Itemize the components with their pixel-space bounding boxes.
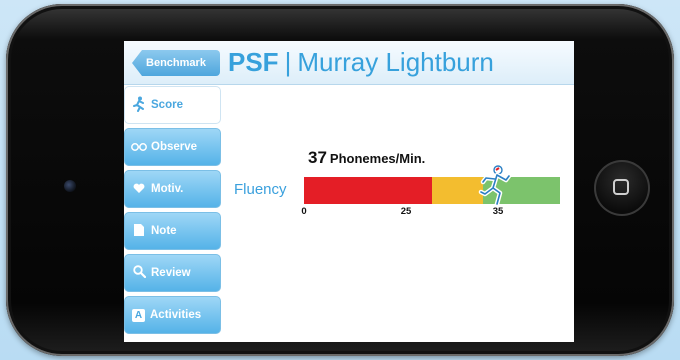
sidebar-item-label: Score <box>151 99 183 111</box>
note-icon <box>131 223 147 239</box>
fluency-bar <box>304 177 560 204</box>
score-panel: 37 Phonemes/Min. Fluency 0 25 35 <box>226 85 574 342</box>
sidebar-item-score[interactable]: Score <box>124 86 221 124</box>
benchmark-back-button[interactable]: Benchmark <box>132 50 220 76</box>
sidebar: Score Observe Motiv. Note Review A Activ… <box>124 85 224 342</box>
score-readout: 37 Phonemes/Min. <box>308 148 425 168</box>
page-title: PSF | Murray Lightburn <box>228 47 494 77</box>
fluency-label: Fluency <box>234 181 287 198</box>
heart-icon <box>131 182 147 197</box>
activities-icon: A <box>132 308 145 322</box>
measure-abbr: PSF <box>228 47 279 77</box>
sidebar-item-label: Motiv. <box>151 183 184 195</box>
fluency-band-red <box>304 177 432 204</box>
score-unit: Phonemes/Min. <box>329 151 426 166</box>
sidebar-item-label: Activities <box>150 309 202 321</box>
running-figure-icon <box>478 165 512 207</box>
runner-icon <box>131 96 147 115</box>
fluency-band-yellow <box>432 177 484 204</box>
device-frame: Benchmark PSF | Murray Lightburn Score Obs… <box>6 4 674 356</box>
camera-icon <box>64 180 76 192</box>
sidebar-item-label: Review <box>151 267 191 279</box>
glasses-icon <box>131 140 147 155</box>
tick-label-25: 25 <box>400 206 412 217</box>
sidebar-item-activities[interactable]: A Activities <box>124 296 221 334</box>
sidebar-item-motivation[interactable]: Motiv. <box>124 170 221 208</box>
sidebar-item-observe[interactable]: Observe <box>124 128 221 166</box>
sidebar-item-review[interactable]: Review <box>124 254 221 292</box>
app-screen: Benchmark PSF | Murray Lightburn Score Obs… <box>124 41 574 342</box>
magnifier-icon <box>131 265 147 281</box>
score-value: 37 <box>308 148 327 167</box>
title-separator: | <box>284 47 292 77</box>
home-button[interactable] <box>594 160 650 216</box>
header-bar: Benchmark PSF | Murray Lightburn <box>124 41 574 85</box>
tick-label-35: 35 <box>492 206 504 217</box>
tick-label-0: 0 <box>301 206 307 217</box>
sidebar-item-label: Note <box>151 225 177 237</box>
sidebar-item-note[interactable]: Note <box>124 212 221 250</box>
sidebar-item-label: Observe <box>151 141 198 153</box>
student-name: Murray Lightburn <box>297 47 494 77</box>
home-square-icon <box>613 179 629 195</box>
